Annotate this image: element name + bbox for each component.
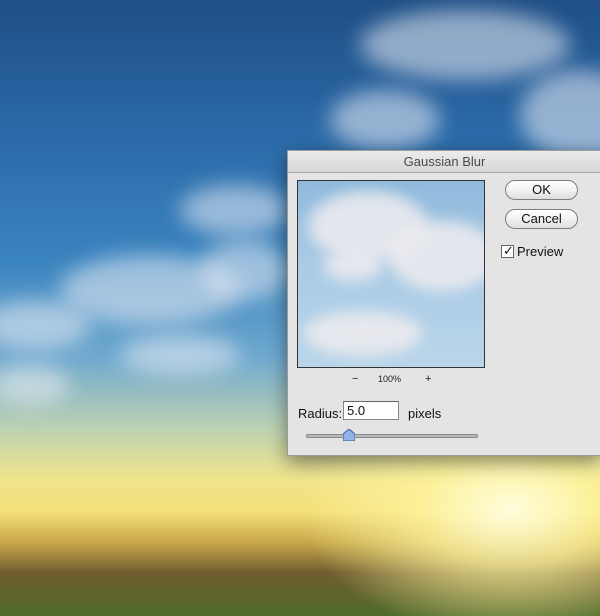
radius-label: Radius: [298,406,343,421]
preview-label: Preview [517,244,564,259]
background-cloud [200,240,290,300]
preview-cloud [303,311,423,356]
zoom-in-button[interactable]: + [425,373,431,385]
ok-button[interactable]: OK [505,180,578,200]
radius-input[interactable] [343,401,399,420]
preview-cloud [388,221,484,291]
check-mark-icon: ✓ [503,243,514,258]
dialog-title: Gaussian Blur [288,151,600,173]
zoom-controls: − 100% + [297,373,485,387]
background-cloud [360,10,570,80]
zoom-out-button[interactable]: − [352,373,358,385]
background-cloud [330,90,440,150]
checkbox-box[interactable]: ✓ [501,243,514,258]
radius-slider-thumb[interactable] [343,429,355,441]
radius-units-label: pixels [408,406,442,421]
preview-thumbnail[interactable] [297,180,485,368]
background-cloud [0,365,70,405]
cancel-button[interactable]: Cancel [505,209,578,229]
zoom-level: 100% [378,374,402,384]
radius-slider-track[interactable] [306,434,478,438]
gaussian-blur-dialog: Gaussian Blur − 100% + OK Cancel ✓ Previ… [287,150,600,456]
preview-cloud [323,251,383,281]
background-cloud [180,185,290,235]
background-cloud [120,335,240,375]
background-cloud [520,70,600,160]
